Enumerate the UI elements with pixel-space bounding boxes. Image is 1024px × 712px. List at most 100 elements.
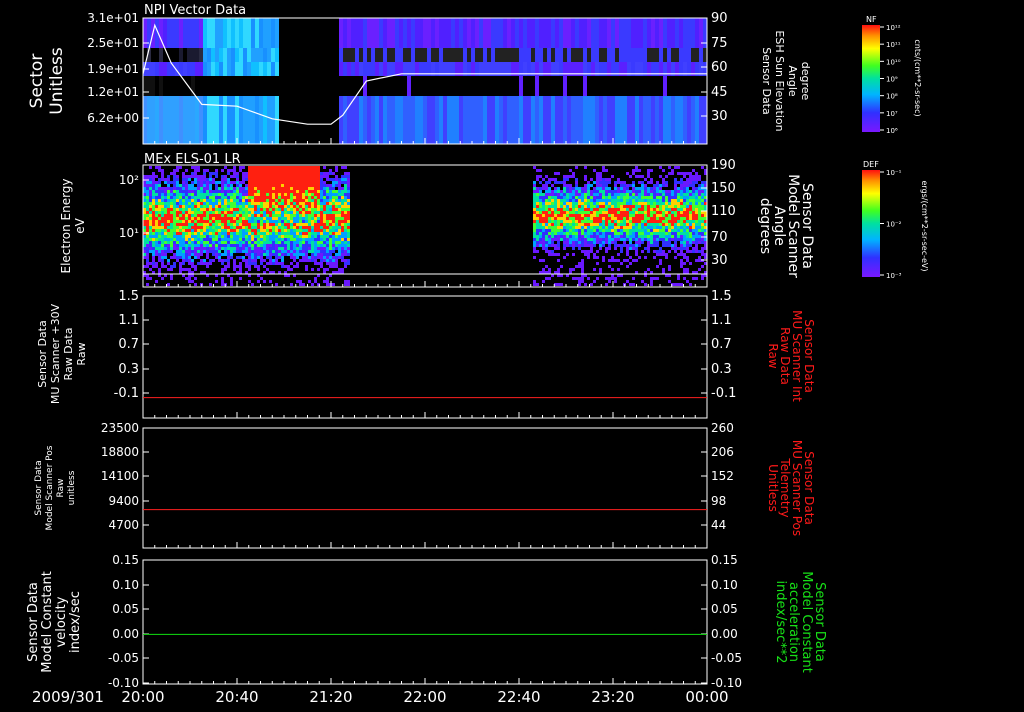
heatmap-cell xyxy=(152,262,155,265)
heatmap-cell xyxy=(194,196,197,199)
heatmap-cell xyxy=(242,238,245,241)
heatmap-cell xyxy=(245,196,248,199)
heatmap-cell xyxy=(411,18,415,48)
heatmap-cell xyxy=(209,172,212,175)
heatmap-cell xyxy=(194,232,197,235)
heatmap-cell xyxy=(281,241,284,244)
heatmap-cell xyxy=(332,223,335,226)
heatmap-cell xyxy=(155,235,158,238)
heatmap-cell xyxy=(635,166,638,169)
heatmap-cell xyxy=(206,196,209,199)
heatmap-cell xyxy=(263,172,266,175)
heatmap-cell xyxy=(680,214,683,217)
heatmap-cell xyxy=(260,244,263,247)
heatmap-cell xyxy=(665,199,668,202)
heatmap-cell xyxy=(203,196,206,199)
heatmap-cell xyxy=(560,190,563,193)
heatmap-cell xyxy=(698,196,701,199)
heatmap-cell xyxy=(665,241,668,244)
heatmap-cell xyxy=(299,178,302,181)
heatmap-cell xyxy=(499,96,503,144)
heatmap-cell xyxy=(332,205,335,208)
heatmap-cell xyxy=(290,226,293,229)
heatmap-cell xyxy=(275,62,279,76)
heatmap-cell xyxy=(593,223,596,226)
heatmap-cell xyxy=(245,265,248,268)
heatmap-cell xyxy=(656,196,659,199)
heatmap-cell xyxy=(387,76,391,96)
heatmap-cell xyxy=(653,241,656,244)
heatmap-cell xyxy=(231,62,235,76)
heatmap-cell xyxy=(542,280,545,283)
heatmap-cell xyxy=(185,247,188,250)
heatmap-cell xyxy=(155,202,158,205)
heatmap-cell xyxy=(572,244,575,247)
heatmap-cell xyxy=(320,187,323,190)
heatmap-cell xyxy=(695,214,698,217)
heatmap-cell xyxy=(323,172,326,175)
heatmap-cell xyxy=(284,223,287,226)
heatmap-cell xyxy=(173,220,176,223)
heatmap-cell xyxy=(557,268,560,271)
heatmap-cell xyxy=(224,265,227,268)
heatmap-cell xyxy=(185,259,188,262)
heatmap-cell xyxy=(536,250,539,253)
heatmap-cell xyxy=(320,202,323,205)
heatmap-cell xyxy=(341,268,344,271)
heatmap-cell xyxy=(575,265,578,268)
heatmap-cell xyxy=(170,220,173,223)
heatmap-cell xyxy=(659,220,662,223)
heatmap-cell xyxy=(170,196,173,199)
heatmap-cell xyxy=(587,220,590,223)
heatmap-cell xyxy=(254,202,257,205)
heatmap-cell xyxy=(161,217,164,220)
heatmap-cell xyxy=(212,259,215,262)
heatmap-cell xyxy=(533,187,536,190)
heatmap-cell xyxy=(542,205,545,208)
heatmap-cell xyxy=(173,247,176,250)
heatmap-cell xyxy=(677,253,680,256)
heatmap-cell xyxy=(197,166,200,169)
heatmap-cell xyxy=(302,214,305,217)
heatmap-cell xyxy=(257,166,260,169)
heatmap-cell xyxy=(644,256,647,259)
heatmap-cell xyxy=(479,48,483,62)
heatmap-cell xyxy=(155,253,158,256)
heatmap-cell xyxy=(263,166,266,169)
heatmap-cell xyxy=(263,205,266,208)
heatmap-cell xyxy=(632,235,635,238)
heatmap-cell xyxy=(662,208,665,211)
heatmap-cell xyxy=(320,172,323,175)
heatmap-cell xyxy=(686,205,689,208)
heatmap-cell xyxy=(644,178,647,181)
heatmap-cell xyxy=(581,262,584,265)
heatmap-cell xyxy=(251,223,254,226)
heatmap-cell xyxy=(308,250,311,253)
heatmap-cell xyxy=(329,190,332,193)
colorbar2-name: DEF xyxy=(863,160,879,169)
heatmap-cell xyxy=(233,190,236,193)
heatmap-cell xyxy=(182,178,185,181)
heatmap-cell xyxy=(641,199,644,202)
heatmap-cell xyxy=(665,235,668,238)
heatmap-cell xyxy=(242,223,245,226)
heatmap-cell xyxy=(653,256,656,259)
heatmap-cell xyxy=(221,232,224,235)
heatmap-cell xyxy=(662,178,665,181)
heatmap-cell xyxy=(689,193,692,196)
heatmap-cell xyxy=(527,96,531,144)
heatmap-cell xyxy=(236,208,239,211)
heatmap-cell xyxy=(260,184,263,187)
heatmap-cell xyxy=(207,48,211,62)
heatmap-cell xyxy=(579,18,583,48)
heatmap-cell xyxy=(173,193,176,196)
heatmap-cell xyxy=(158,223,161,226)
heatmap-cell xyxy=(344,211,347,214)
heatmap-cell xyxy=(231,96,235,144)
heatmap-cell xyxy=(692,226,695,229)
heatmap-cell xyxy=(635,232,638,235)
heatmap-cell xyxy=(675,18,679,48)
heatmap-cell xyxy=(668,238,671,241)
heatmap-cell xyxy=(587,208,590,211)
heatmap-cell xyxy=(167,214,170,217)
